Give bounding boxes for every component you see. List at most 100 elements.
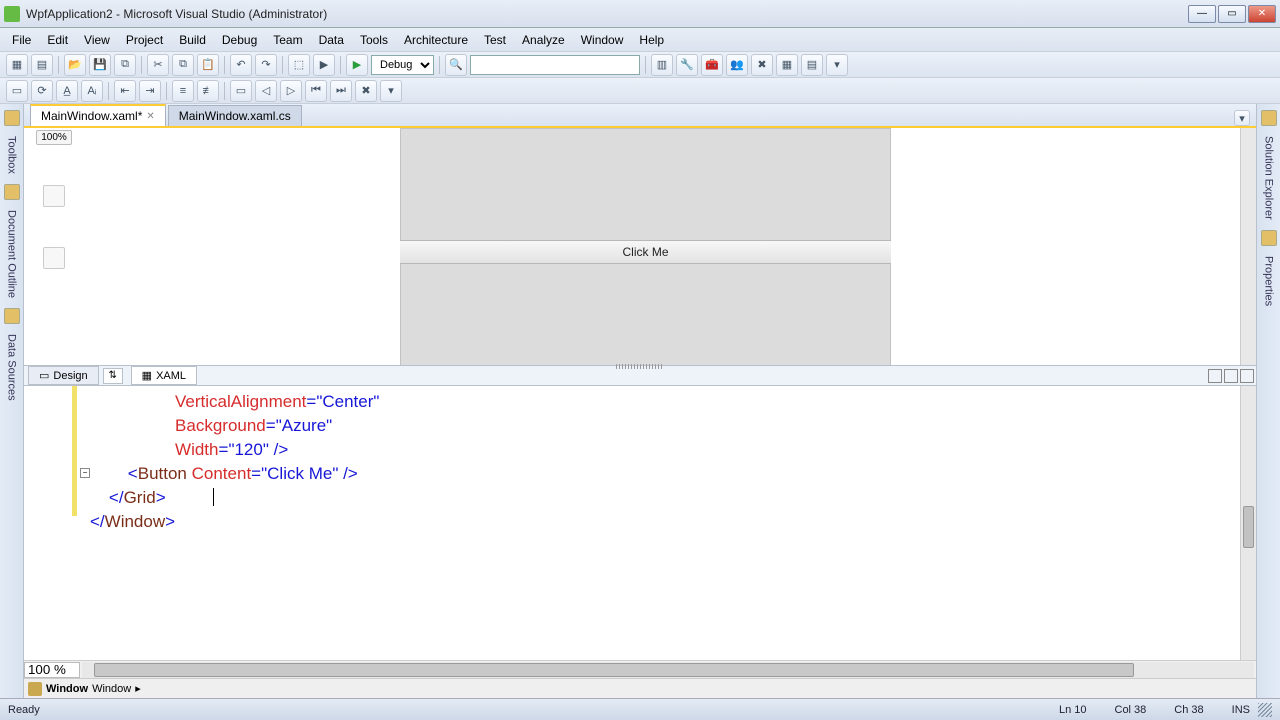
minimize-button[interactable]: — xyxy=(1188,5,1216,23)
clear-bookmarks-icon[interactable]: ✖ xyxy=(355,80,377,102)
rail-document-outline[interactable]: Document Outline xyxy=(4,206,20,302)
display-word-icon[interactable]: A̲ xyxy=(56,80,78,102)
menu-edit[interactable]: Edit xyxy=(39,30,76,50)
decrease-indent-icon[interactable]: ⇤ xyxy=(114,80,136,102)
breadcrumb-item[interactable]: Window xyxy=(46,683,88,695)
split-horizontal-icon[interactable] xyxy=(1224,369,1238,383)
rail-solution-explorer[interactable]: Solution Explorer xyxy=(1261,132,1277,224)
wpf-button-preview[interactable]: Click Me xyxy=(400,240,891,264)
menu-project[interactable]: Project xyxy=(118,30,171,50)
bookmark-icon[interactable]: ▭ xyxy=(230,80,252,102)
collapse-pane-icon[interactable] xyxy=(1240,369,1254,383)
find-combo[interactable] xyxy=(470,55,640,75)
save-icon[interactable]: 💾 xyxy=(89,54,111,76)
cut-icon[interactable]: ✂ xyxy=(147,54,169,76)
uncomment-icon[interactable]: ≢ xyxy=(197,80,219,102)
rail-data-sources[interactable]: Data Sources xyxy=(4,330,20,405)
chevron-right-icon[interactable]: ▸ xyxy=(135,682,141,695)
solution-explorer-icon[interactable]: ▥ xyxy=(651,54,673,76)
display-quick-icon[interactable]: Aᵢ xyxy=(81,80,103,102)
rail-properties[interactable]: Properties xyxy=(1261,252,1277,310)
solution-explorer-rail-icon[interactable] xyxy=(1261,110,1277,126)
display-param-icon[interactable]: ⟳ xyxy=(31,80,53,102)
start-page-icon[interactable]: ✖ xyxy=(751,54,773,76)
nav-fwd-icon[interactable]: ▶ xyxy=(313,54,335,76)
menu-architecture[interactable]: Architecture xyxy=(396,30,476,50)
designer-zoom-badge[interactable]: 100% xyxy=(36,130,72,145)
new-project-icon[interactable]: ▦ xyxy=(6,54,28,76)
xaml-editor[interactable]: − VerticalAlignment="Center" Background=… xyxy=(24,386,1256,660)
comment-icon[interactable]: ≡ xyxy=(172,80,194,102)
properties-icon[interactable]: 🔧 xyxy=(676,54,698,76)
display-object-icon[interactable]: ▭ xyxy=(6,80,28,102)
team-explorer-icon[interactable]: 👥 xyxy=(726,54,748,76)
increase-indent-icon[interactable]: ⇥ xyxy=(139,80,161,102)
more-icon[interactable]: ▾ xyxy=(826,54,848,76)
editor-hscroll[interactable] xyxy=(82,662,1254,678)
splitter-grip[interactable] xyxy=(616,364,664,369)
menu-file[interactable]: File xyxy=(4,30,39,50)
undo-icon[interactable]: ↶ xyxy=(230,54,252,76)
other-window-icon[interactable]: ▤ xyxy=(801,54,823,76)
outline-toggle-icon[interactable]: − xyxy=(80,468,90,478)
menu-window[interactable]: Window xyxy=(573,30,632,50)
split-vertical-icon[interactable] xyxy=(1208,369,1222,383)
next-bookmark-folder-icon[interactable]: ⏭ xyxy=(330,80,352,102)
tab-design[interactable]: ▭Design xyxy=(28,366,99,385)
status-line: Ln 10 xyxy=(1059,704,1087,716)
resize-grip-icon[interactable] xyxy=(1258,703,1272,717)
design-canvas[interactable]: Click Me xyxy=(84,128,1256,365)
breadcrumb-item[interactable]: Window xyxy=(92,683,131,695)
active-files-dropdown-icon[interactable]: ▾ xyxy=(1234,110,1250,126)
pan-tool-icon[interactable] xyxy=(43,247,65,269)
tab-mainwindow-xaml[interactable]: MainWindow.xaml* ✕ xyxy=(30,104,166,126)
editor-vscroll[interactable] xyxy=(1240,386,1256,660)
designer-vscroll[interactable] xyxy=(1240,128,1256,365)
copy-icon[interactable]: ⧉ xyxy=(172,54,194,76)
hscroll-thumb[interactable] xyxy=(94,663,1134,677)
docoutline-rail-icon[interactable] xyxy=(4,184,20,200)
menu-help[interactable]: Help xyxy=(631,30,672,50)
status-ready: Ready xyxy=(8,704,1031,716)
editor-zoom-select[interactable] xyxy=(24,662,80,678)
properties-rail-icon[interactable] xyxy=(1261,230,1277,246)
menu-build[interactable]: Build xyxy=(171,30,214,50)
open-icon[interactable]: 📂 xyxy=(64,54,86,76)
redo-icon[interactable]: ↷ xyxy=(255,54,277,76)
maximize-button[interactable]: ▭ xyxy=(1218,5,1246,23)
solution-config-select[interactable]: Debug xyxy=(371,55,434,75)
datasources-rail-icon[interactable] xyxy=(4,308,20,324)
swap-panes-icon[interactable]: ⇅ xyxy=(103,368,123,384)
code-content[interactable]: VerticalAlignment="Center" Background="A… xyxy=(82,386,379,660)
change-indicator xyxy=(72,386,77,516)
save-all-icon[interactable]: ⧉ xyxy=(114,54,136,76)
menu-analyze[interactable]: Analyze xyxy=(514,30,573,50)
menu-tools[interactable]: Tools xyxy=(352,30,396,50)
menu-debug[interactable]: Debug xyxy=(214,30,265,50)
paste-icon[interactable]: 📋 xyxy=(197,54,219,76)
toolbox-icon[interactable]: 🧰 xyxy=(701,54,723,76)
next-bookmark-icon[interactable]: ▷ xyxy=(280,80,302,102)
wpf-window-preview[interactable]: Click Me xyxy=(394,128,897,365)
toolbox-rail-icon[interactable] xyxy=(4,110,20,126)
close-button[interactable]: ✕ xyxy=(1248,5,1276,23)
status-col: Col 38 xyxy=(1115,704,1147,716)
nav-back-icon[interactable]: ⬚ xyxy=(288,54,310,76)
menu-team[interactable]: Team xyxy=(265,30,310,50)
menu-test[interactable]: Test xyxy=(476,30,514,50)
menu-view[interactable]: View xyxy=(76,30,118,50)
prev-bookmark-icon[interactable]: ◁ xyxy=(255,80,277,102)
vscroll-thumb[interactable] xyxy=(1243,506,1254,548)
close-tab-icon[interactable]: ✕ xyxy=(146,111,154,122)
zoom-slider[interactable] xyxy=(43,185,65,207)
find-in-files-icon[interactable]: 🔍 xyxy=(445,54,467,76)
rail-toolbox[interactable]: Toolbox xyxy=(4,132,20,178)
start-debug-icon[interactable]: ▶ xyxy=(346,54,368,76)
more2-icon[interactable]: ▾ xyxy=(380,80,402,102)
prev-bookmark-folder-icon[interactable]: ⏮ xyxy=(305,80,327,102)
ext-mgr-icon[interactable]: ▦ xyxy=(776,54,798,76)
menu-data[interactable]: Data xyxy=(311,30,352,50)
add-item-icon[interactable]: ▤ xyxy=(31,54,53,76)
tab-mainwindow-xaml-cs[interactable]: MainWindow.xaml.cs xyxy=(168,105,302,126)
tab-xaml[interactable]: ▦XAML xyxy=(131,366,197,385)
